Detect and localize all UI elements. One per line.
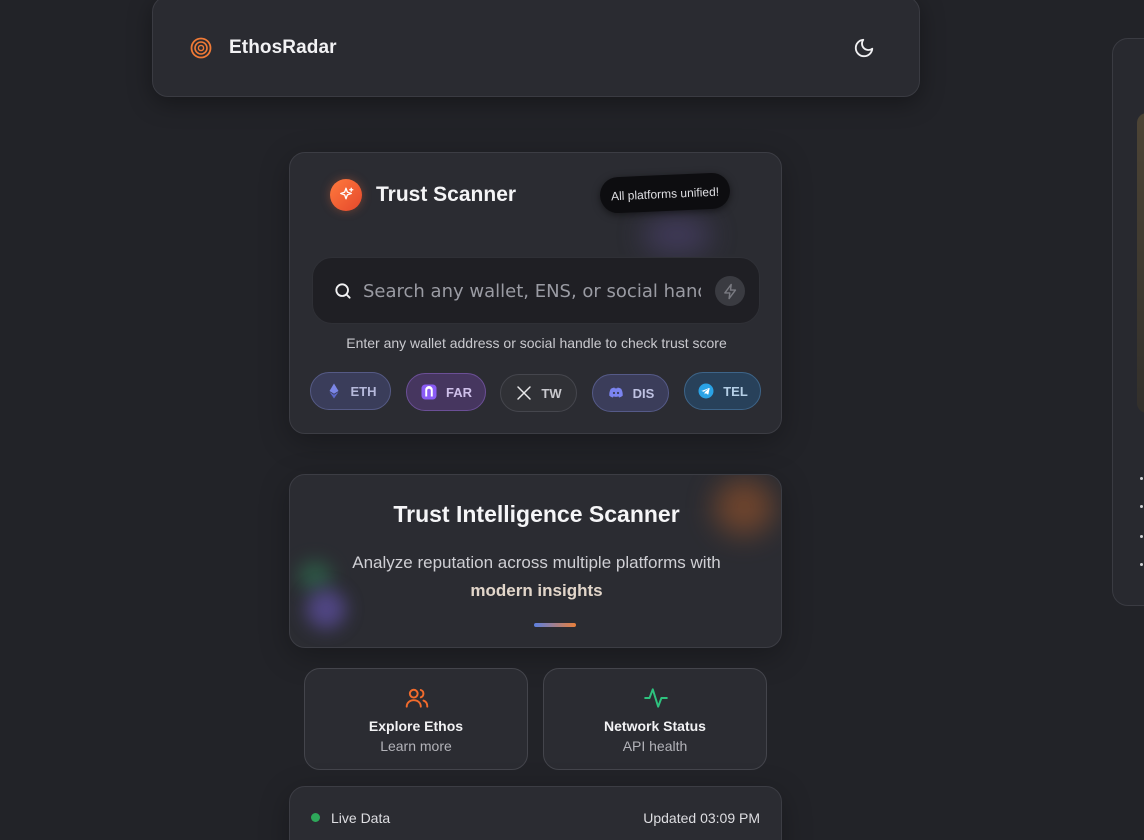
trust-scanner-card: Trust Scanner All platforms unified! Ent… (289, 152, 782, 434)
decorative-glow (642, 215, 712, 255)
side-panel (1112, 38, 1144, 606)
search-icon (335, 283, 351, 299)
top-header: EthosRadar (152, 0, 920, 97)
unified-badge: All platforms unified! (599, 172, 731, 214)
platform-chip-tel[interactable]: TEL (684, 372, 761, 410)
x-icon (517, 386, 532, 400)
brand[interactable]: EthosRadar (190, 37, 337, 59)
live-status-dot (311, 813, 320, 822)
page: EthosRadar Trust Scanner All platforms u… (0, 0, 1144, 840)
activity-icon (644, 688, 668, 708)
discord-icon (608, 387, 623, 398)
search-helper-text: Enter any wallet address or social handl… (346, 335, 727, 351)
ethereum-icon (329, 383, 338, 399)
platform-label: TW (541, 385, 562, 401)
accent-divider (534, 623, 576, 627)
list-bullet (1140, 563, 1143, 566)
live-label: Live Data (331, 810, 391, 826)
network-status-button[interactable]: Network Status API health (543, 668, 767, 770)
sparkles-icon (330, 179, 362, 211)
intel-subtitle-text: Analyze reputation across multiple platf… (352, 553, 721, 572)
farcaster-icon (421, 384, 437, 400)
platform-chip-tw[interactable]: TW (500, 374, 577, 412)
platform-chip-eth[interactable]: ETH (310, 372, 391, 410)
action-subtitle: Learn more (380, 738, 452, 754)
explore-ethos-button[interactable]: Explore Ethos Learn more (304, 668, 528, 770)
action-title: Network Status (604, 718, 706, 734)
list-bullet (1140, 477, 1143, 480)
action-subtitle: API health (622, 738, 688, 754)
users-icon (405, 688, 429, 708)
list-bullet (1140, 505, 1143, 508)
brand-name: EthosRadar (229, 37, 337, 58)
lightning-icon (723, 283, 736, 299)
list-bullet (1140, 535, 1143, 538)
last-updated: Updated 03:09 PM (643, 810, 760, 826)
decorative-glow (298, 561, 332, 591)
live-data-card: Live Data Updated 03:09 PM (289, 786, 782, 840)
scan-button[interactable] (715, 276, 745, 306)
side-panel-glow (1137, 113, 1144, 413)
platform-label: ETH (350, 383, 377, 399)
intel-subtitle: Analyze reputation across multiple platf… (330, 549, 743, 605)
intel-subtitle-strong: modern insights (470, 581, 603, 600)
intel-title: Trust Intelligence Scanner (393, 501, 680, 527)
search-box (312, 257, 760, 324)
radar-target-icon (190, 37, 212, 59)
action-title: Explore Ethos (368, 718, 464, 734)
moon-icon[interactable] (853, 37, 875, 59)
platform-chips: ETH FAR TW DIS TEL (310, 372, 770, 414)
scanner-title: Trust Scanner (376, 183, 517, 206)
platform-chip-far[interactable]: FAR (406, 373, 486, 411)
telegram-icon (698, 383, 714, 399)
platform-label: TEL (723, 383, 748, 399)
search-input[interactable] (363, 276, 701, 306)
platform-chip-dis[interactable]: DIS (592, 374, 669, 412)
platform-label: FAR (446, 384, 472, 400)
intelligence-card: Trust Intelligence Scanner Analyze reput… (289, 474, 782, 648)
platform-label: DIS (632, 385, 655, 401)
